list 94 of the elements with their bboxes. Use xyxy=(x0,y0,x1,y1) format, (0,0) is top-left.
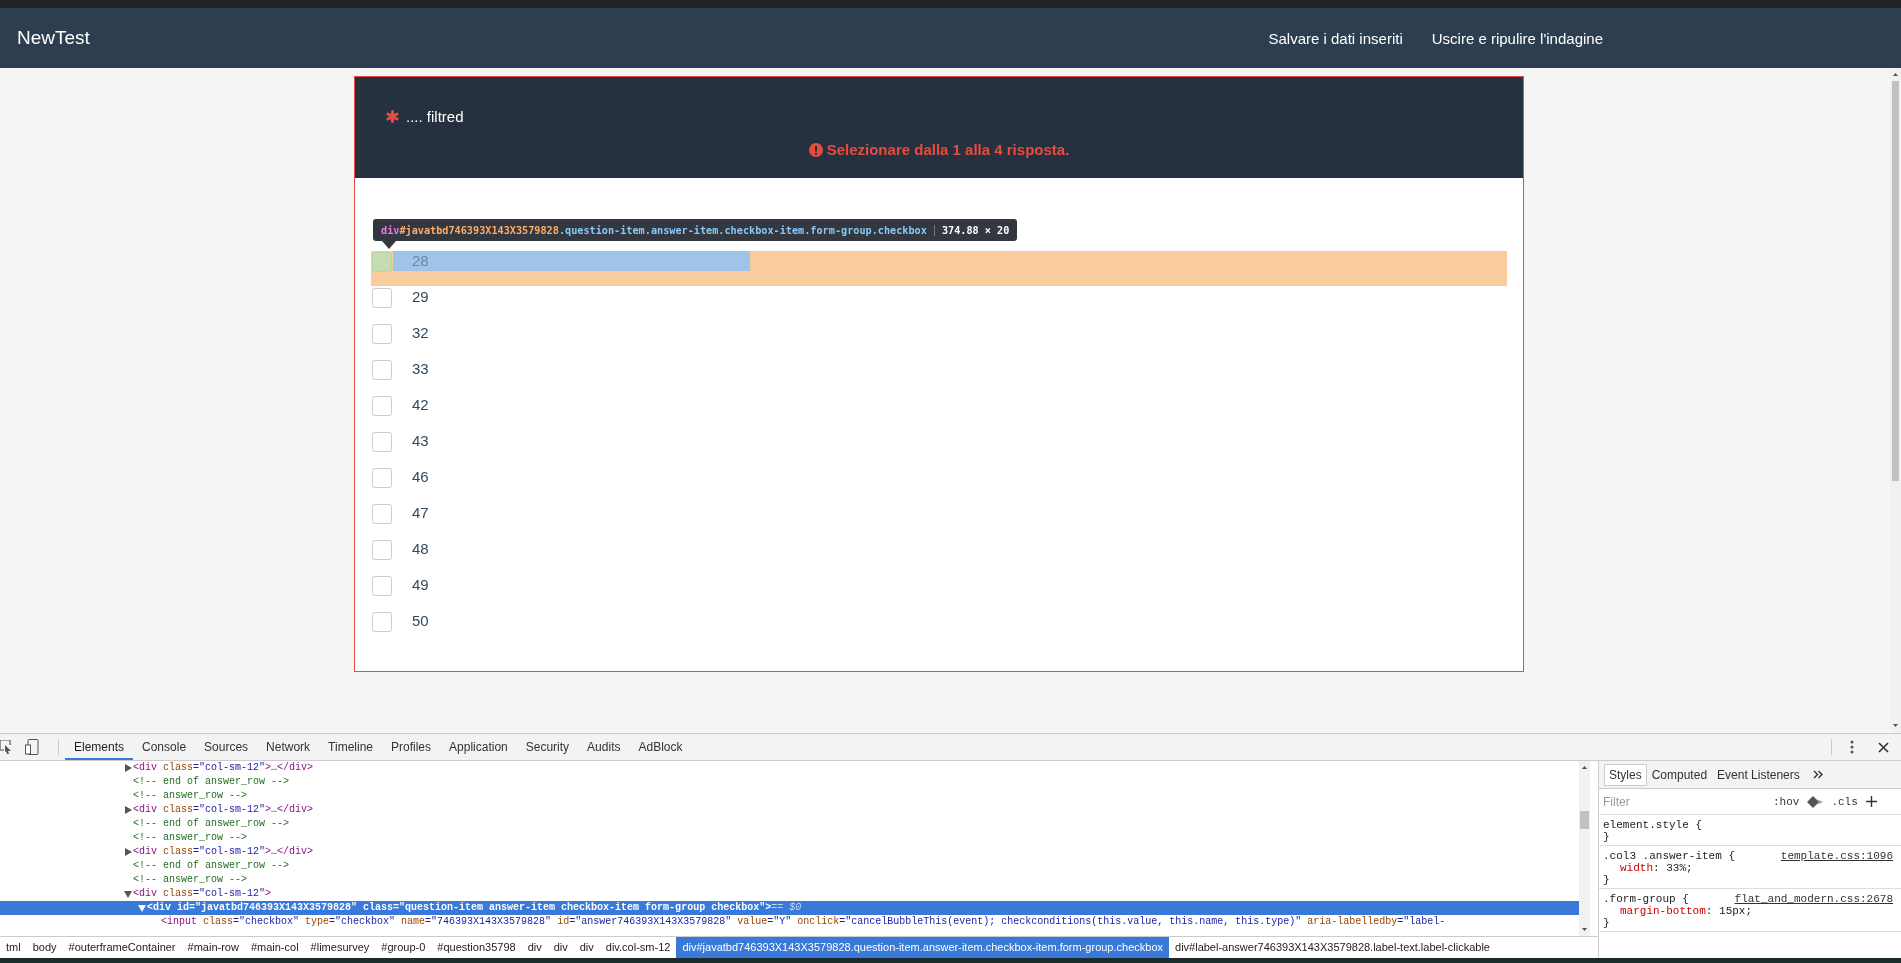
class-toggle[interactable]: .cls xyxy=(1831,795,1858,808)
css-declaration: width: 33%; xyxy=(1619,862,1694,874)
expand-arrow-icon[interactable] xyxy=(124,763,132,773)
html-comment: <!-- answer_row --> xyxy=(133,831,248,845)
styles-tab[interactable]: Computed xyxy=(1646,763,1713,786)
diamond-icon[interactable] xyxy=(1807,795,1824,808)
breadcrumb-item[interactable]: div.col-sm-12 xyxy=(599,937,677,958)
stylesheet-link[interactable]: template.css:1096 xyxy=(1780,850,1893,862)
breadcrumb-item[interactable]: div#javatbd746393X143X3579828.question-item.answer-item.checkbox-item.form-group.checkbox xyxy=(676,937,1169,958)
html-tag: <div class="col-sm-12">…</div> xyxy=(133,845,314,859)
expand-arrow-icon[interactable] xyxy=(124,805,132,815)
answer-label[interactable]: 48 xyxy=(412,539,429,559)
css-selector: .col3 .answer-item { xyxy=(1603,850,1736,862)
html-comment: <!-- end of answer_row --> xyxy=(133,817,290,831)
answer-label[interactable]: 46 xyxy=(412,467,429,487)
css-selector: .form-group { xyxy=(1603,893,1689,905)
plus-icon[interactable] xyxy=(1865,796,1877,807)
html-comment: <!-- answer_row --> xyxy=(133,789,248,803)
html-tag: <div class="col-sm-12">…</div> xyxy=(133,761,314,775)
html-tag: <div class="col-sm-12">…</div> xyxy=(133,803,314,817)
html-tag: <div id="javatbd746393X143X3579828" class="question-item answer-item checkbox-item form-group checkbox"> xyxy=(147,901,772,915)
devtools-tab[interactable]: Sources xyxy=(195,734,258,760)
checkbox[interactable] xyxy=(372,324,392,344)
answer-label[interactable]: 32 xyxy=(412,323,429,343)
checkbox[interactable] xyxy=(372,252,392,272)
breadcrumb-item[interactable]: tml xyxy=(0,937,27,958)
breadcrumb-item[interactable]: div xyxy=(521,937,548,958)
collapse-arrow-icon[interactable] xyxy=(124,889,132,899)
dom-scrollbar[interactable] xyxy=(1579,761,1590,936)
expand-arrow-icon[interactable] xyxy=(124,847,132,857)
devtools-tab[interactable]: Timeline xyxy=(319,734,382,760)
stylesheet-link[interactable]: flat_and_modern.css:2678 xyxy=(1734,893,1893,905)
checkbox[interactable] xyxy=(372,468,392,488)
devtools-tab[interactable]: Profiles xyxy=(382,734,441,760)
brand-title[interactable]: NewTest xyxy=(17,27,90,49)
answer-label[interactable]: 49 xyxy=(412,575,429,595)
checkbox[interactable] xyxy=(372,576,392,596)
breadcrumb-item[interactable]: #main-col xyxy=(244,937,305,958)
html-comment: <!-- end of answer_row --> xyxy=(133,859,290,873)
answer-label[interactable]: 33 xyxy=(412,359,429,379)
devtools-tab[interactable]: Application xyxy=(440,734,517,760)
html-tag: <div class="col-sm-12"> xyxy=(133,887,272,901)
breadcrumb-item[interactable]: div#label-answer746393X143X3579828.label-text.label-clickable xyxy=(1169,937,1496,958)
devtools-tab[interactable]: Audits xyxy=(578,734,630,760)
html-comment: <!-- answer_row --> xyxy=(133,873,248,887)
styles-tab[interactable]: Styles xyxy=(1604,763,1647,786)
console-reference: == $0 xyxy=(771,901,802,915)
breadcrumb-item[interactable]: #limesurvey xyxy=(304,937,376,958)
html-comment: <!-- end of answer_row --> xyxy=(133,775,290,789)
devtools-tab[interactable]: Security xyxy=(516,734,579,760)
checkbox[interactable] xyxy=(372,504,392,524)
element-size: 374.88 × 20 xyxy=(933,224,1010,236)
double-chevron-icon[interactable] xyxy=(1812,770,1823,779)
hover-toggle[interactable]: :hov xyxy=(1773,795,1800,808)
closing-brace: } xyxy=(1603,874,1611,886)
checkbox[interactable] xyxy=(372,360,392,380)
breadcrumb-item[interactable]: div xyxy=(573,937,600,958)
closing-brace: } xyxy=(1603,917,1611,929)
breadcrumb-item[interactable]: #question35798 xyxy=(431,937,522,958)
question-text: .... filtred xyxy=(406,108,464,125)
inspect-icon[interactable] xyxy=(0,740,12,754)
exclamation-icon xyxy=(808,142,823,157)
closing-brace: } xyxy=(1603,831,1611,843)
element-selector: div#javatbd746393X143X3579828.question-item.answer-item.checkbox-item.form-group.checkbox xyxy=(381,224,927,236)
devtools-tab[interactable]: Network xyxy=(257,734,320,760)
css-declaration: margin-bottom: 15px; xyxy=(1619,905,1754,917)
answer-label[interactable]: 43 xyxy=(412,431,429,451)
breadcrumb-item[interactable]: #group-0 xyxy=(375,937,432,958)
checkbox[interactable] xyxy=(372,540,392,560)
answer-label[interactable]: 29 xyxy=(412,287,429,307)
breadcrumb-item[interactable]: #main-row xyxy=(181,937,245,958)
breadcrumb-item[interactable]: div xyxy=(547,937,574,958)
error-message: Selezionare dalla 1 alla 4 risposta. xyxy=(826,141,1070,158)
css-selector: element.style { xyxy=(1603,819,1703,831)
more-options-icon[interactable] xyxy=(1850,740,1854,754)
answer-label[interactable]: 47 xyxy=(412,503,429,523)
answer-label[interactable]: 42 xyxy=(412,395,429,415)
device-icon[interactable] xyxy=(25,739,39,755)
devtools-tab[interactable]: AdBlock xyxy=(629,734,692,760)
nav-link[interactable]: Uscire e ripulire l'indagine xyxy=(1431,29,1603,47)
devtools-tab[interactable]: Console xyxy=(133,734,196,760)
styles-tab[interactable]: Event Listeners xyxy=(1712,763,1805,786)
checkbox[interactable] xyxy=(372,432,392,452)
checkbox[interactable] xyxy=(372,288,392,308)
breadcrumb-item[interactable]: #outerframeContainer xyxy=(62,937,182,958)
nav-link[interactable]: Salvare i dati inseriti xyxy=(1268,29,1403,47)
checkbox[interactable] xyxy=(372,396,392,416)
html-tag: <input class="checkbox" type="checkbox" name="746393X143X3579828" id="answer746393X143X3579828" value="Y" onclick="cancelBubbleThis(event); checkconditions(this.value, this.name, this.type)" aria-labelledby="label- xyxy=(161,915,1446,929)
close-icon[interactable] xyxy=(1878,741,1889,753)
collapse-arrow-icon[interactable] xyxy=(138,903,146,913)
checkbox[interactable] xyxy=(372,612,392,632)
breadcrumb-item[interactable]: body xyxy=(26,937,63,958)
answer-label[interactable]: 50 xyxy=(412,611,429,631)
asterisk-icon xyxy=(386,110,399,123)
